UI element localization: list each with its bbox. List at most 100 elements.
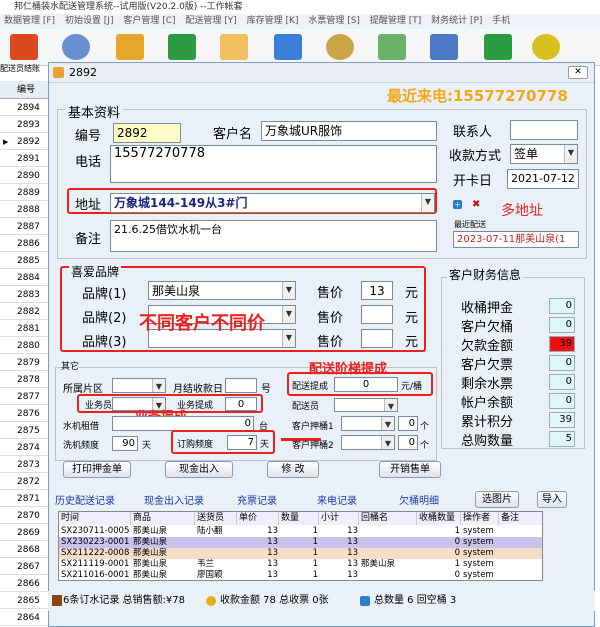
phone-input[interactable]: 15577270778 (110, 145, 437, 183)
left-row[interactable]: 2889 (0, 185, 52, 201)
menu-mobile[interactable]: 手机 (492, 16, 510, 26)
name-input[interactable]: 万象城UR服饰 (261, 121, 437, 141)
left-row[interactable]: ▶ 2892 (0, 134, 52, 150)
keyboard-icon[interactable] (378, 34, 406, 60)
left-row[interactable]: 2879 (0, 355, 52, 371)
left-row[interactable]: 2883 (0, 287, 52, 303)
left-row[interactable]: 2873 (0, 457, 52, 473)
left-row[interactable]: 2868 (0, 542, 52, 558)
freq-input[interactable]: 7 (227, 435, 257, 450)
left-row[interactable]: 2875 (0, 423, 52, 439)
menu-init[interactable]: 初始设置 [J] (65, 16, 114, 26)
close-icon[interactable]: ✕ (568, 66, 588, 79)
left-row[interactable]: 2876 (0, 406, 52, 422)
table-row[interactable]: SX230223-0001 那美山泉 13 1 13 0 system (59, 537, 542, 548)
calculator-icon[interactable] (430, 34, 458, 60)
price1-input[interactable]: 13 (361, 281, 393, 300)
money-bag-icon[interactable] (326, 34, 354, 60)
table-header[interactable]: 商品 (131, 512, 195, 525)
new-sale-button[interactable]: 开销售单 (379, 461, 441, 478)
search-icon[interactable] (484, 34, 512, 60)
address-select[interactable]: 万象城144-149从3#门 ▼ (110, 193, 435, 213)
code-input[interactable]: 2892 (113, 123, 181, 143)
menu-finance[interactable]: 财务统计 [P] (431, 16, 482, 26)
left-row[interactable]: 2867 (0, 559, 52, 575)
price3-input[interactable] (361, 329, 393, 348)
help-icon[interactable] (532, 34, 560, 60)
left-row[interactable]: 2891 (0, 151, 52, 167)
left-row[interactable]: 2870 (0, 508, 52, 524)
menu-customer[interactable]: 客户管理 [C] (123, 16, 175, 26)
tab-owe-bucket[interactable]: 欠桶明细 (399, 492, 439, 507)
table-row[interactable]: SX211016-0001 那美山泉 廖国颖 13 1 13 0 system (59, 570, 542, 580)
add-address-icon[interactable]: + (453, 200, 462, 209)
pay-select[interactable]: 签单 ▼ (510, 144, 578, 164)
lockbox1-select[interactable]: ▼ (341, 416, 395, 431)
left-row[interactable]: 2885 (0, 253, 52, 269)
table-header[interactable]: 送货员 (195, 512, 237, 525)
left-row[interactable]: 2880 (0, 338, 52, 354)
table-header[interactable]: 时间 (59, 512, 131, 525)
monthly-input[interactable] (225, 378, 257, 393)
note-input[interactable]: 21.6.25借饮水机一台 (110, 220, 437, 252)
table-row[interactable]: SX211222-0008 那美山泉 13 1 13 0 system (59, 548, 542, 559)
chart-icon[interactable] (10, 34, 38, 60)
import-button[interactable]: 导入 (537, 491, 567, 508)
left-row[interactable]: 2881 (0, 321, 52, 337)
table-header[interactable]: 单价 (237, 512, 279, 525)
left-row[interactable]: 2878 (0, 372, 52, 388)
left-row[interactable]: 2882 (0, 304, 52, 320)
edit-icon[interactable] (274, 34, 302, 60)
left-row[interactable]: 2871 (0, 491, 52, 507)
menu-stock[interactable]: 库存管理 [K] (247, 16, 299, 26)
brand1-select[interactable]: 那美山泉 ▼ (148, 281, 296, 300)
table-header[interactable]: 数量 (279, 512, 319, 525)
lockbox2-input[interactable]: 0 (398, 435, 418, 450)
table-header[interactable]: 收桶数量 (417, 512, 461, 525)
print-deposit-button[interactable]: 打印押金单 (63, 461, 131, 478)
table-header[interactable]: 操作者 (461, 512, 499, 525)
deliver-comm-input[interactable]: 0 (334, 377, 398, 392)
tab-cash-record[interactable]: 现金出入记录 (144, 492, 204, 507)
table-header[interactable]: 小计 (319, 512, 359, 525)
left-row[interactable]: 2874 (0, 440, 52, 456)
menu-delivery[interactable]: 配送管理 [Y] (185, 16, 236, 26)
wash-input[interactable]: 90 (112, 436, 138, 451)
tab-history-delivery[interactable]: 历史配送记录 (55, 492, 115, 507)
left-row[interactable]: 2869 (0, 525, 52, 541)
left-row[interactable]: 2872 (0, 474, 52, 490)
lockbox1-input[interactable]: 0 (398, 416, 418, 431)
copy-icon[interactable] (220, 34, 248, 60)
menu-ticket[interactable]: 水票管理 [S] (308, 16, 360, 26)
contact-input[interactable] (510, 120, 578, 140)
left-row[interactable]: 2877 (0, 389, 52, 405)
lockbox2-select[interactable]: ▼ (341, 435, 395, 450)
tab-ticket-record[interactable]: 充票记录 (237, 492, 277, 507)
left-row[interactable]: 2864 (0, 610, 52, 626)
menu-data[interactable]: 数据管理 [F] (4, 16, 55, 26)
delete-address-icon[interactable]: ✖ (472, 200, 480, 210)
deliverer-select[interactable]: ▼ (334, 398, 398, 412)
menu-reminder[interactable]: 提醒管理 [T] (370, 16, 421, 26)
machine-input[interactable]: 0 (112, 416, 254, 431)
left-row[interactable]: 2884 (0, 270, 52, 286)
open-date-input[interactable]: 2021-07-12 (507, 169, 579, 189)
left-row[interactable]: 2865 (0, 593, 52, 609)
tab-call-record[interactable]: 来电记录 (317, 492, 357, 507)
table-row[interactable]: SX211119-0001 那美山泉 韦兰 13 1 13 那美山泉 1 system (59, 559, 542, 570)
table-header[interactable]: 回桶名 (359, 512, 417, 525)
refresh-icon[interactable] (168, 34, 196, 60)
add-customer-icon[interactable] (62, 34, 90, 60)
left-row[interactable]: 2893 (0, 117, 52, 133)
left-row[interactable]: 2886 (0, 236, 52, 252)
left-row[interactable]: 2866 (0, 576, 52, 592)
table-header[interactable]: 备注 (499, 512, 542, 525)
left-row[interactable]: 2888 (0, 202, 52, 218)
hand-money-icon[interactable] (116, 34, 144, 60)
left-row[interactable]: 2890 (0, 168, 52, 184)
area-select[interactable]: ▼ (112, 378, 166, 393)
left-row[interactable]: 2887 (0, 219, 52, 235)
pick-image-button[interactable]: 选图片 (475, 491, 519, 508)
edit-button[interactable]: 修 改 (267, 461, 319, 478)
cash-io-button[interactable]: 现金出入 (165, 461, 233, 478)
